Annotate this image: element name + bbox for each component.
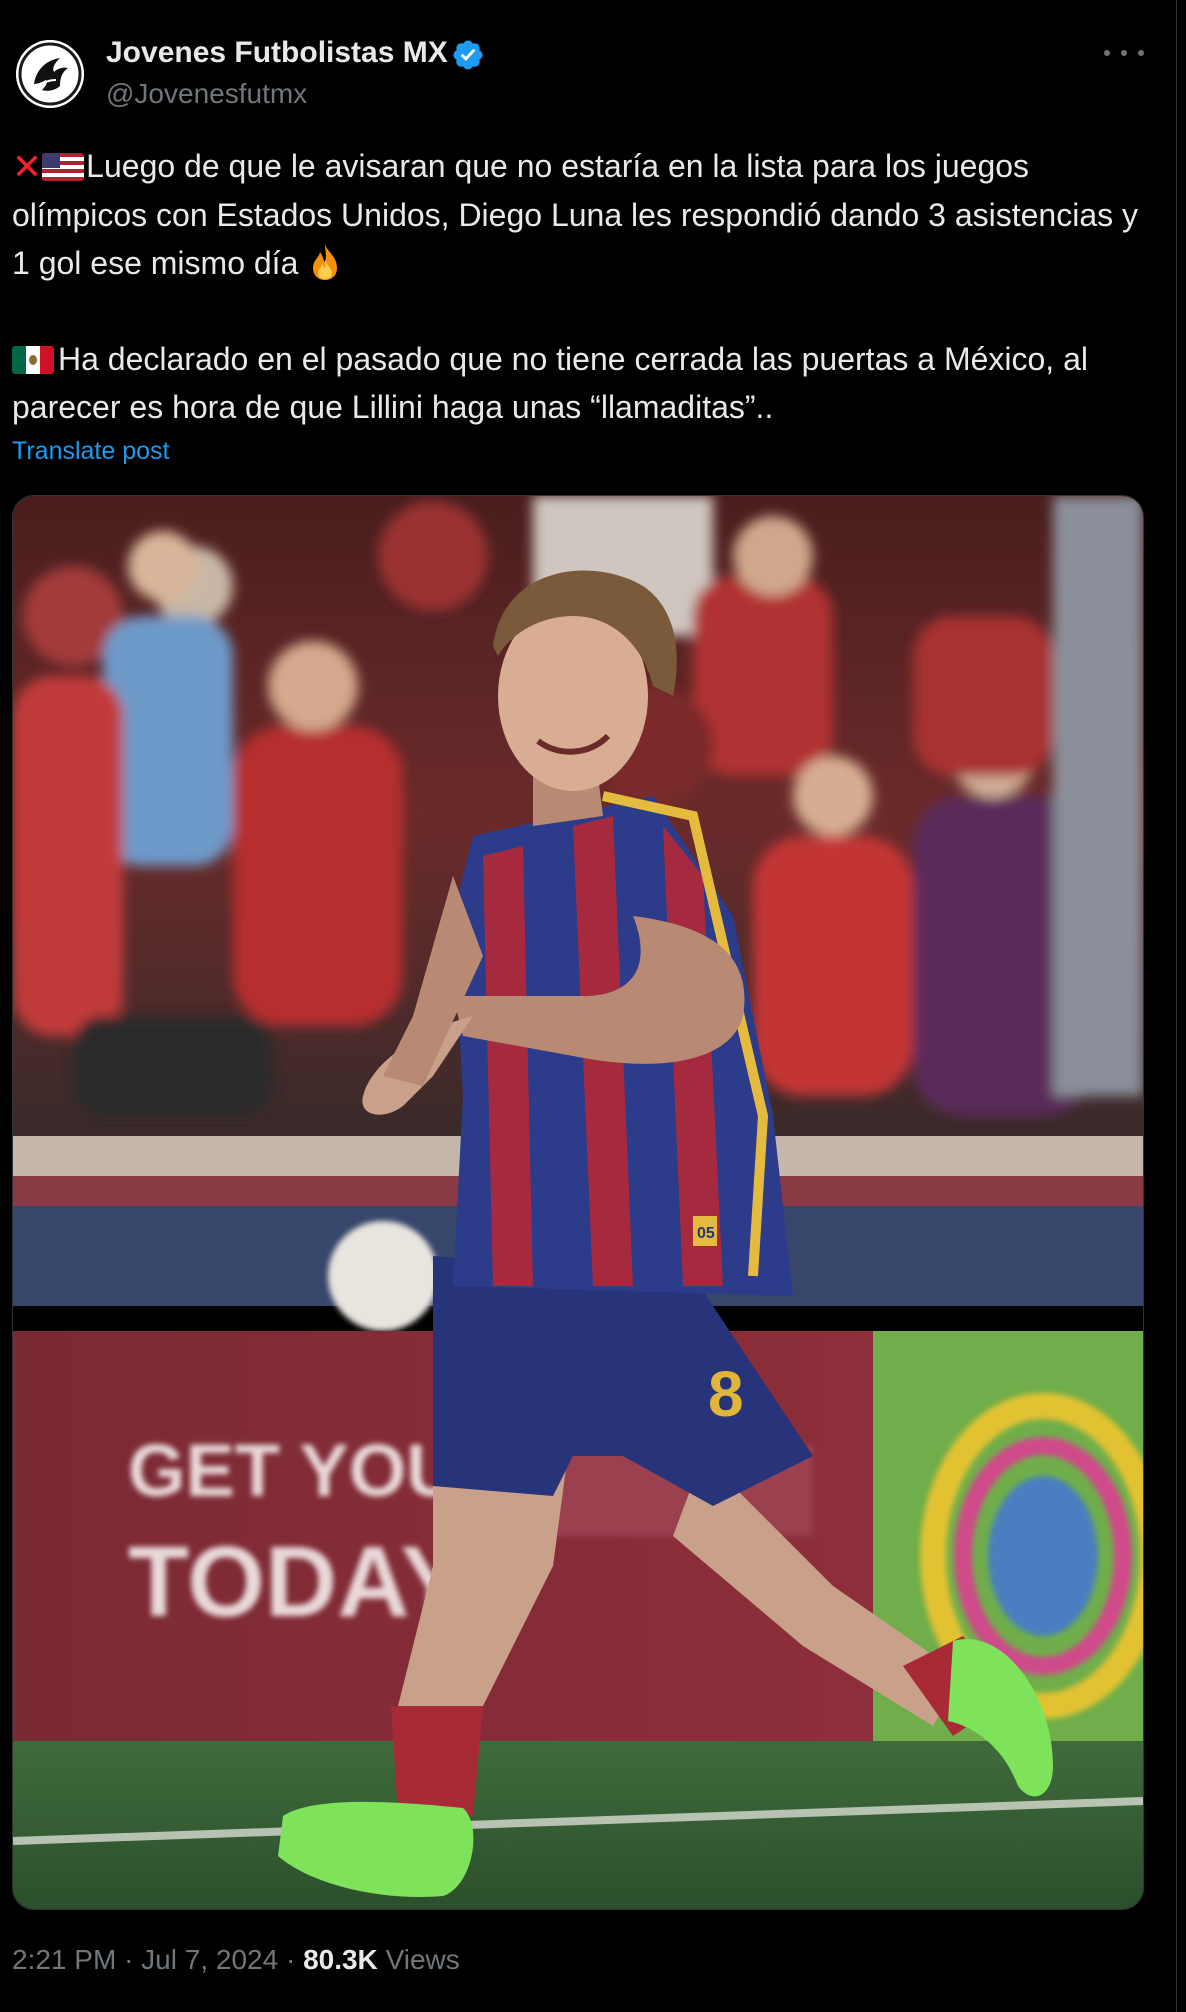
us-flag-icon (42, 153, 85, 181)
post-photo[interactable]: GET YOURS TODAY!! 8 05 (12, 495, 1144, 1910)
views-label: Views (385, 1944, 460, 1975)
tweet: Jovenes Futbolistas MX @Jovenesfutmx ✕ Lu… (0, 0, 1176, 2012)
jersey-number: 8 (708, 1358, 744, 1430)
meta-separator: · (285, 1944, 296, 1975)
post-paragraph-2-text: Ha declarado en el pasado que no tiene c… (12, 341, 1088, 425)
views-count: 80.3K (303, 1944, 378, 1975)
post-paragraph-1: ✕ Luego de que le avisaran que no estaría… (12, 142, 1162, 287)
display-name[interactable]: Jovenes Futbolistas MX (106, 36, 448, 70)
avatar[interactable] (16, 40, 84, 108)
post-text: ✕ Luego de que le avisaran que no estaría… (12, 142, 1162, 431)
translate-post-link[interactable]: Translate post (12, 437, 169, 466)
timeline-border (1176, 0, 1177, 2012)
handle[interactable]: @Jovenesfutmx (106, 78, 307, 110)
meta-separator: · (124, 1944, 134, 1975)
fire-icon (313, 244, 338, 280)
jersey-badge: 05 (697, 1225, 715, 1242)
eagle-logo-icon (16, 40, 84, 108)
post-date[interactable]: Jul 7, 2024 (141, 1944, 278, 1975)
post-paragraph-1-text: Luego de que le avisaran que no estaría … (12, 148, 1138, 281)
more-options-icon[interactable] (1104, 36, 1144, 70)
cross-mark-icon: ✕ (12, 146, 43, 187)
post-paragraph-2: Ha declarado en el pasado que no tiene c… (12, 335, 1162, 431)
soccer-player-photo: GET YOURS TODAY!! 8 05 (13, 496, 1143, 1909)
verified-badge-icon (453, 40, 483, 70)
post-time[interactable]: 2:21 PM (12, 1944, 116, 1975)
post-meta: 2:21 PM · Jul 7, 2024 · 80.3K Views (12, 1944, 460, 1976)
mexico-flag-icon (12, 346, 54, 374)
